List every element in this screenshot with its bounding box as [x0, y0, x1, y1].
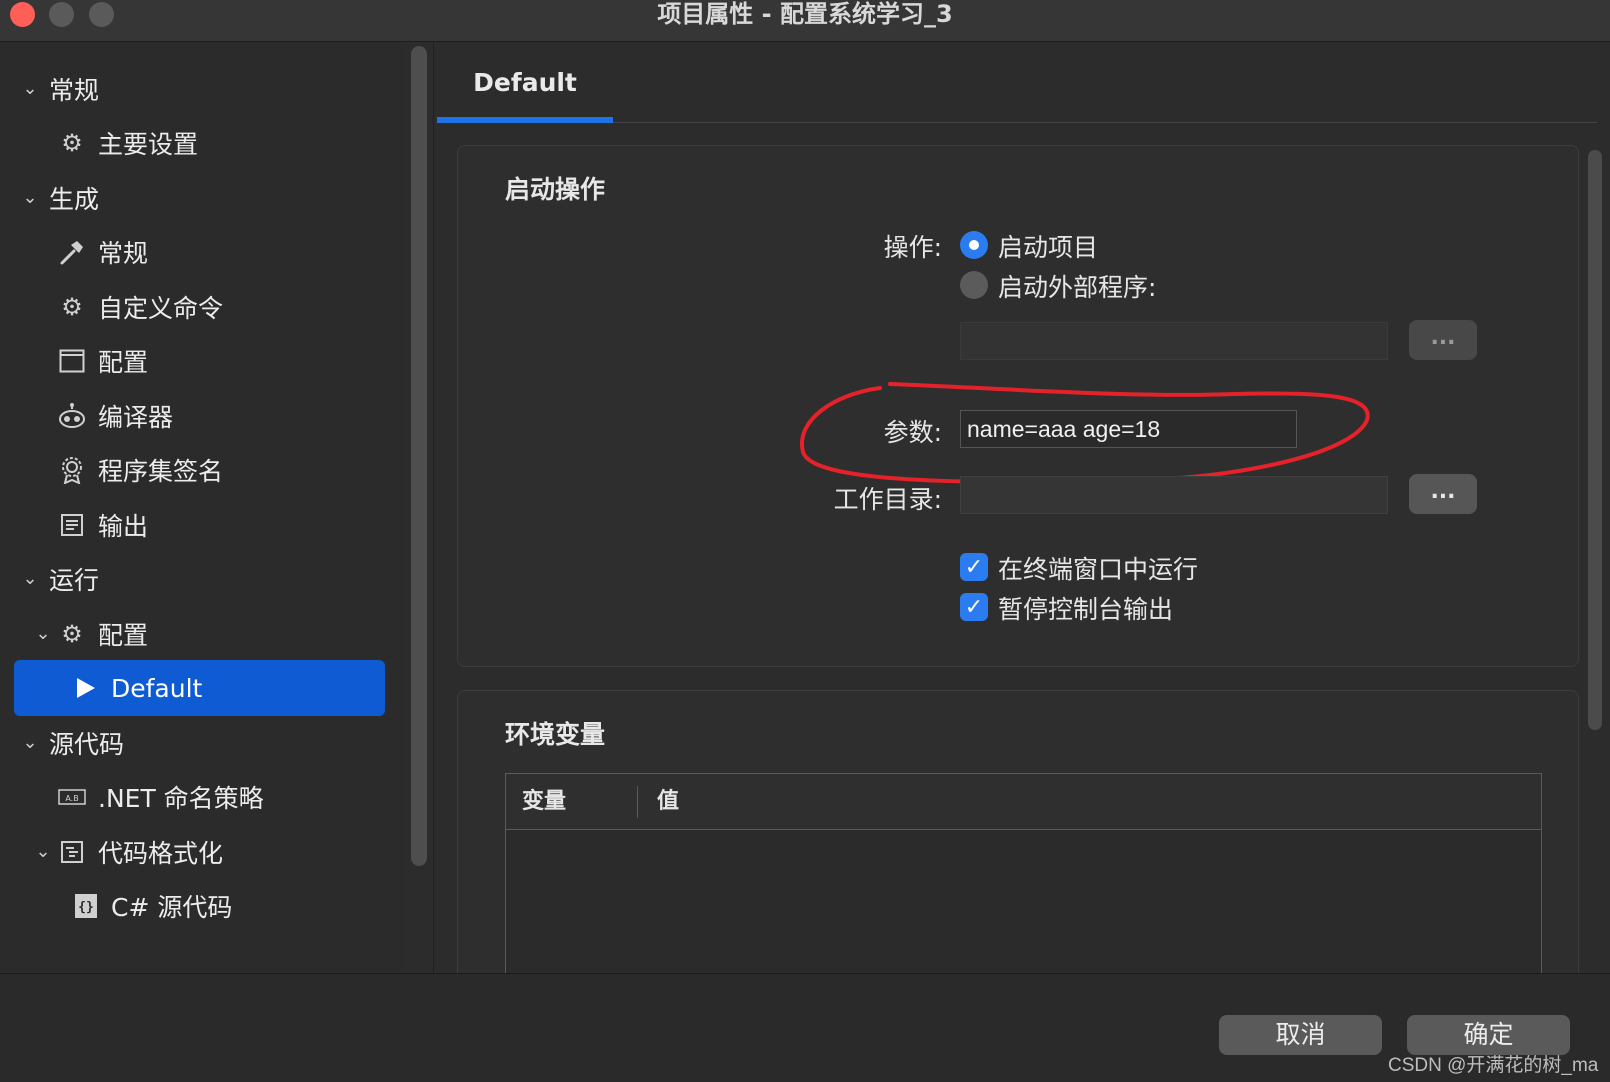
- main-scrollbar[interactable]: [1588, 150, 1602, 730]
- sidebar-item-label: 常规: [98, 239, 149, 268]
- sidebar-item-label: 编译器: [98, 403, 174, 432]
- svg-text:A.B: A.B: [65, 794, 78, 803]
- sidebar-item-label: 代码格式化: [98, 839, 224, 868]
- radio-start-project[interactable]: [960, 231, 988, 259]
- sidebar-group-label: 运行: [49, 566, 100, 595]
- chevron-down-icon[interactable]: ⌄: [33, 624, 53, 644]
- sidebar-item-label: .NET 命名策略: [98, 784, 264, 813]
- external-program-browse-button[interactable]: ...: [1409, 320, 1477, 360]
- window-icon: [58, 347, 86, 375]
- sidebar-item-label: 程序集签名: [98, 457, 224, 486]
- arguments-input[interactable]: name=aaa age=18: [960, 410, 1297, 448]
- chevron-down-icon[interactable]: ⌄: [33, 842, 53, 862]
- gear-icon: ⚙: [61, 293, 83, 321]
- column-header-value[interactable]: 值: [657, 774, 679, 830]
- action-label: 操作:: [883, 233, 942, 262]
- sidebar: ⌄ 常规 ⚙ 主要设置 ⌄ 生成 常规 ⚙ 自定义命令 配置 编译器 程序集签名…: [0, 43, 406, 973]
- pause-console-label: 暂停控制台输出: [998, 595, 1174, 624]
- start-action-panel: [457, 145, 1579, 667]
- environment-variables-title: 环境变量: [505, 720, 606, 749]
- chevron-down-icon[interactable]: ⌄: [20, 79, 40, 99]
- sidebar-item-label: 配置: [98, 621, 149, 650]
- working-directory-input[interactable]: [960, 476, 1388, 514]
- robot-icon: [58, 402, 86, 430]
- radio-start-external[interactable]: [960, 271, 988, 299]
- sidebar-item-label: 输出: [98, 512, 149, 541]
- environment-variables-table[interactable]: 变量 值: [505, 773, 1542, 993]
- run-in-terminal-label: 在终端窗口中运行: [998, 555, 1199, 584]
- format-icon: [58, 838, 86, 866]
- sidebar-group-label: 源代码: [49, 730, 125, 759]
- gear-icon: ⚙: [61, 620, 83, 648]
- sidebar-item-label: 配置: [98, 348, 149, 377]
- sidebar-divider: [433, 43, 434, 973]
- svg-text:{}: {}: [78, 900, 94, 915]
- external-program-path-input[interactable]: [960, 322, 1388, 360]
- column-divider[interactable]: [637, 786, 638, 818]
- sidebar-scrollbar[interactable]: [411, 46, 427, 866]
- run-in-terminal-checkbox[interactable]: ✓: [960, 553, 988, 581]
- chevron-down-icon[interactable]: ⌄: [20, 188, 40, 208]
- arguments-label: 参数:: [883, 418, 942, 447]
- cancel-button[interactable]: 取消: [1219, 1015, 1382, 1055]
- window-title: 项目属性 - 配置系统学习_3: [657, 0, 953, 28]
- project-properties-window: 项目属性 - 配置系统学习_3 ⌄ 常规 ⚙ 主要设置 ⌄ 生成 常规 ⚙ 自定…: [0, 0, 1610, 1082]
- column-header-variable[interactable]: 变量: [522, 774, 566, 830]
- working-directory-label: 工作目录:: [833, 485, 942, 514]
- play-icon: [72, 674, 100, 702]
- ok-button[interactable]: 确定: [1407, 1015, 1570, 1055]
- braces-icon: {}: [72, 892, 100, 920]
- tab-bar: Default: [437, 43, 1597, 123]
- badge-icon: [58, 456, 86, 484]
- name-icon: A.B: [58, 783, 86, 811]
- sidebar-item-label: C# 源代码: [111, 893, 233, 922]
- watermark: CSDN @开满花的树_ma: [1388, 1055, 1599, 1076]
- sidebar-item-label: Default: [111, 673, 203, 703]
- hammer-icon: [58, 238, 86, 266]
- chevron-down-icon[interactable]: ⌄: [20, 569, 40, 589]
- working-directory-browse-button[interactable]: ...: [1409, 474, 1477, 514]
- tab-active-indicator: [437, 117, 613, 123]
- chevron-down-icon[interactable]: ⌄: [20, 733, 40, 753]
- sidebar-group-label: 常规: [49, 76, 100, 105]
- start-project-label: 启动项目: [998, 233, 1099, 262]
- title-bar: 项目属性 - 配置系统学习_3: [0, 0, 1610, 42]
- pause-console-checkbox[interactable]: ✓: [960, 593, 988, 621]
- tab-default[interactable]: Default: [437, 43, 613, 123]
- document-icon: [58, 511, 86, 539]
- sidebar-item-label: 主要设置: [98, 130, 199, 159]
- sidebar-group-label: 生成: [49, 185, 100, 214]
- gear-icon: ⚙: [61, 129, 83, 157]
- start-external-label: 启动外部程序:: [998, 273, 1157, 302]
- sidebar-item-label: 自定义命令: [98, 294, 224, 323]
- table-header: 变量 值: [506, 774, 1541, 830]
- start-action-title: 启动操作: [505, 175, 606, 204]
